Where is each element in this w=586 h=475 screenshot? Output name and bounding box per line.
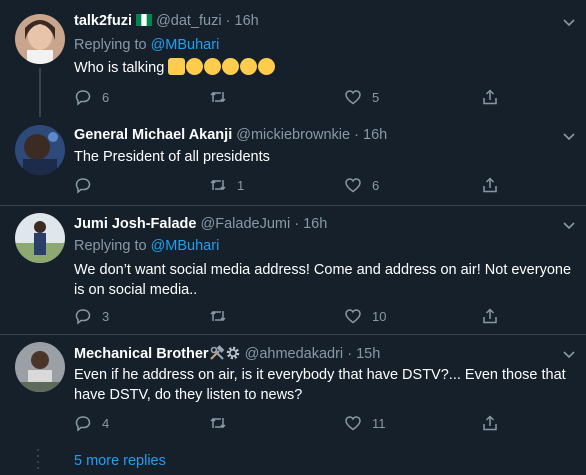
gear-icon — [226, 346, 239, 360]
timestamp[interactable]: 16h — [235, 13, 259, 29]
like-count: 10 — [372, 308, 387, 324]
chevron-down-icon[interactable] — [562, 221, 576, 231]
heart-icon — [345, 416, 361, 431]
handle[interactable]: @FaladeJumi — [201, 216, 291, 232]
tweet-actions: 6 5 — [74, 87, 514, 107]
chevron-down-icon[interactable] — [562, 132, 576, 142]
heart-icon — [345, 178, 361, 193]
avatar[interactable] — [15, 213, 65, 263]
reply-icon — [75, 416, 91, 432]
like-button[interactable]: 11 — [344, 413, 386, 433]
like-button[interactable]: 10 — [344, 306, 386, 326]
tweet-3[interactable]: Jumi Josh-Falade @FaladeJumi · 16h Reply… — [0, 206, 586, 335]
separator-dot: · — [354, 127, 359, 143]
retweet-icon — [210, 417, 226, 429]
retweet-icon — [210, 91, 226, 103]
share-button[interactable] — [481, 306, 499, 326]
retweet-button[interactable] — [209, 87, 237, 107]
handle[interactable]: @mickiebrownkie — [236, 127, 350, 143]
avatar[interactable] — [15, 342, 65, 392]
rolling-laughing-emoji-icon — [258, 58, 276, 75]
reply-button[interactable] — [74, 175, 102, 195]
reply-button[interactable]: 3 — [74, 306, 109, 326]
mention-link[interactable]: @MBuhari — [151, 238, 220, 254]
separator-dot: · — [294, 216, 300, 232]
reply-icon — [75, 90, 91, 106]
thread-dots — [36, 449, 40, 473]
tweet-header: General Michael Akanji @mickiebrownkie ·… — [74, 127, 387, 143]
replying-to: Replying to @MBuhari — [74, 238, 220, 254]
timestamp[interactable]: 15h — [356, 346, 380, 362]
share-button[interactable] — [481, 413, 499, 433]
emoji-row — [168, 58, 276, 76]
tweet-text: Who is talking — [74, 58, 579, 78]
retweet-button[interactable] — [209, 413, 237, 433]
share-icon — [483, 415, 497, 431]
tweet-text: The President of all presidents — [74, 149, 270, 165]
avatar[interactable] — [15, 14, 65, 64]
like-count: 5 — [372, 89, 380, 105]
frowning-face-emoji-icon — [204, 58, 222, 75]
thread-line — [39, 68, 41, 117]
tweet-actions: 4 11 — [74, 413, 514, 433]
retweet-icon — [210, 310, 226, 322]
chevron-down-icon[interactable] — [562, 350, 576, 360]
rolling-laughing-emoji-icon — [240, 58, 258, 75]
replying-to: Replying to @MBuhari — [74, 37, 220, 53]
tweet-header: Jumi Josh-Falade @FaladeJumi · 16h — [74, 216, 327, 232]
share-icon — [483, 89, 497, 105]
like-count: 11 — [372, 415, 386, 431]
retweet-button[interactable]: 1 — [209, 175, 244, 195]
tweet-text: We don’t want social media address! Come… — [74, 262, 572, 298]
display-name[interactable]: Jumi Josh-Falade — [74, 216, 196, 232]
share-icon — [483, 177, 497, 193]
tweet-header: talk2fuzi @dat_fuzi · 16h — [74, 13, 259, 29]
share-button[interactable] — [481, 87, 499, 107]
display-name[interactable]: talk2fuzi — [74, 13, 132, 29]
share-button[interactable] — [481, 175, 499, 195]
like-button[interactable]: 5 — [344, 87, 379, 107]
reply-count: 4 — [102, 415, 110, 431]
retweet-count: 1 — [237, 177, 245, 193]
retweet-button[interactable] — [209, 306, 237, 326]
retweet-icon — [210, 179, 226, 191]
handle[interactable]: @dat_fuzi — [156, 13, 222, 29]
reply-count: 6 — [102, 89, 110, 105]
separator-dot: · — [225, 13, 231, 29]
display-name[interactable]: Mechanical Brother — [74, 346, 209, 362]
display-name[interactable]: General Michael Akanji — [74, 127, 232, 143]
hammer-wrench-icon — [209, 345, 224, 360]
reply-count: 3 — [102, 308, 110, 324]
tweet-actions: 1 6 — [74, 175, 514, 195]
chevron-down-icon[interactable] — [562, 18, 576, 28]
reply-button[interactable]: 6 — [74, 87, 109, 107]
reply-icon — [75, 178, 91, 194]
timestamp[interactable]: 16h — [363, 127, 387, 143]
frowning-face-emoji-icon — [186, 58, 204, 75]
tweet-1[interactable]: talk2fuzi @dat_fuzi · 16h Replying to @M… — [0, 0, 586, 117]
handle[interactable]: @ahmedakadri — [245, 346, 344, 362]
tweet-header: Mechanical Brother @ahmedakadri · 15h — [74, 345, 380, 362]
timestamp[interactable]: 16h — [303, 216, 327, 232]
reply-button[interactable]: 4 — [74, 413, 109, 433]
thumbs-up-emoji-icon — [168, 58, 186, 75]
tweet-2[interactable]: General Michael Akanji @mickiebrownkie ·… — [0, 117, 586, 206]
like-button[interactable]: 6 — [344, 175, 379, 195]
share-icon — [483, 308, 497, 324]
more-replies-link[interactable]: 5 more replies — [74, 453, 166, 469]
like-count: 6 — [372, 177, 380, 193]
rolling-laughing-emoji-icon — [222, 58, 240, 75]
tweet-4[interactable]: Mechanical Brother @ahmedakadri · 15h Ev… — [0, 335, 586, 445]
avatar[interactable] — [15, 125, 65, 175]
tweet-actions: 3 10 — [74, 306, 514, 326]
heart-icon — [345, 309, 361, 324]
tweet-text: Even if he address on air, is it everybo… — [74, 367, 566, 403]
separator-dot: · — [347, 346, 353, 362]
heart-icon — [345, 90, 361, 105]
mention-link[interactable]: @MBuhari — [151, 37, 220, 53]
reply-icon — [75, 309, 91, 325]
nigeria-flag-icon — [136, 14, 153, 26]
